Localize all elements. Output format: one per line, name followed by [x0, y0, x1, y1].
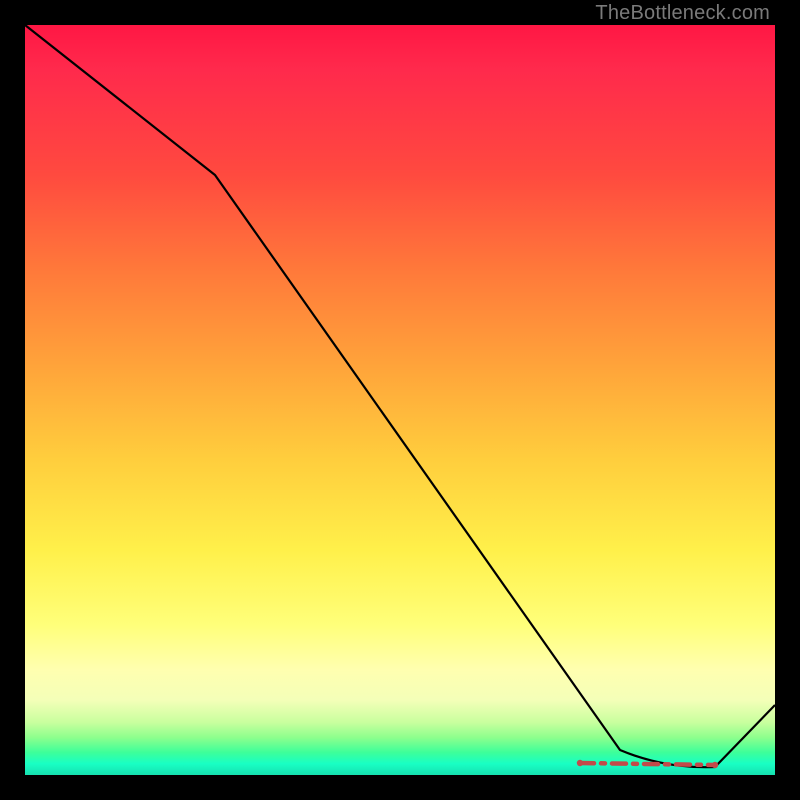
attribution-text: TheBottleneck.com	[595, 2, 770, 25]
chart-frame	[25, 25, 775, 775]
optimal-zone-end-dot	[712, 762, 718, 768]
optimal-zone-marker	[580, 763, 715, 765]
chart-svg	[25, 25, 775, 775]
optimal-zone-start-dot	[577, 760, 583, 766]
bottleneck-curve	[25, 25, 775, 767]
